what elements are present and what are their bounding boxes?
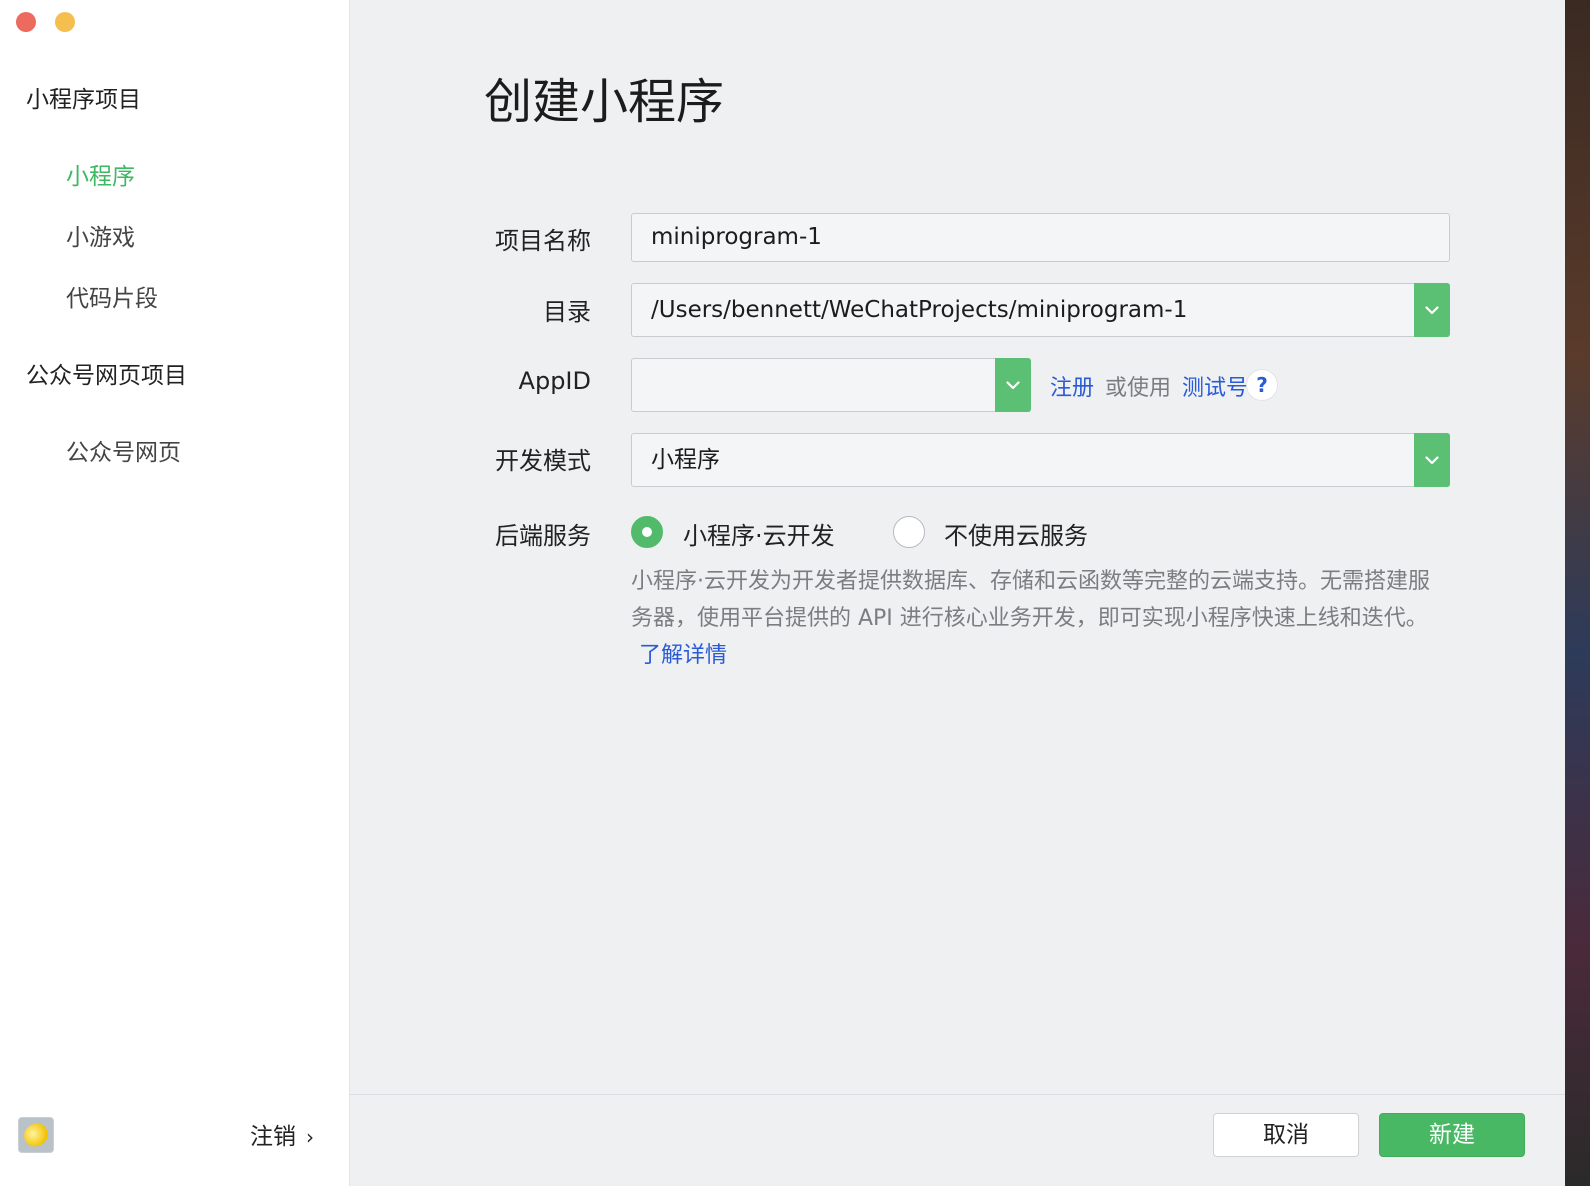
project-name-label: 项目名称 — [495, 227, 591, 255]
chevron-down-icon — [1425, 305, 1439, 314]
test-account-link[interactable]: 测试号 — [1182, 376, 1248, 401]
create-miniprogram-window: 小程序项目 小程序 小游戏 代码片段 公众号网页项目 公众号网页 注销 › 创建小… — [0, 0, 1565, 1186]
directory-dropdown-button[interactable] — [1414, 283, 1450, 337]
window-close-button[interactable] — [16, 12, 36, 32]
dev-mode-dropdown-button[interactable] — [1414, 433, 1450, 487]
dev-mode-value: 小程序 — [651, 447, 720, 473]
dev-mode-select[interactable]: 小程序 — [631, 433, 1450, 487]
page-title: 创建小程序 — [484, 74, 725, 130]
chevron-down-icon — [1425, 455, 1439, 464]
sidebar: 小程序项目 小程序 小游戏 代码片段 公众号网页项目 公众号网页 注销 › — [0, 0, 350, 1186]
background-desktop-edge — [1565, 0, 1590, 1186]
appid-dropdown-button[interactable] — [995, 358, 1031, 412]
sidebar-section-miniprogram-projects: 小程序项目 — [26, 87, 141, 113]
directory-label: 目录 — [543, 298, 591, 326]
appid-label: AppID — [518, 367, 591, 395]
or-use-text: 或使用 — [1105, 376, 1172, 401]
radio-no-cloud-label[interactable]: 不使用云服务 — [944, 516, 1088, 551]
appid-select[interactable] — [631, 358, 1031, 412]
chevron-right-icon: › — [306, 1125, 314, 1149]
backend-description-text: 小程序·云开发为开发者提供数据库、存储和云函数等完整的云端支持。无需搭建服务器，… — [631, 569, 1430, 631]
project-name-value: miniprogram-1 — [651, 224, 822, 250]
appid-helper-text: 注册 或使用 测试号 — [1050, 370, 1248, 402]
sidebar-item-miniprogram[interactable]: 小程序 — [66, 157, 135, 191]
directory-select[interactable]: /Users/bennett/WeChatProjects/miniprogra… — [631, 283, 1450, 337]
chevron-down-icon — [1006, 380, 1020, 389]
help-icon[interactable]: ? — [1246, 369, 1278, 401]
radio-cloud-dev[interactable] — [631, 516, 663, 548]
project-name-input[interactable]: miniprogram-1 — [631, 213, 1450, 262]
logout-label: 注销 — [250, 1124, 296, 1150]
sidebar-item-minigame[interactable]: 小游戏 — [66, 218, 135, 252]
directory-value: /Users/bennett/WeChatProjects/miniprogra… — [651, 297, 1188, 323]
logout-button[interactable]: 注销 › — [250, 1117, 314, 1151]
lemon-avatar-icon — [20, 1120, 52, 1150]
radio-no-cloud[interactable] — [893, 516, 925, 548]
register-link[interactable]: 注册 — [1050, 376, 1094, 401]
backend-description: 小程序·云开发为开发者提供数据库、存储和云函数等完整的云端支持。无需搭建服务器，… — [631, 563, 1446, 674]
avatar[interactable] — [18, 1117, 54, 1153]
window-minimize-button[interactable] — [55, 12, 75, 32]
sidebar-section-official-account-projects: 公众号网页项目 — [26, 363, 187, 389]
backend-service-label: 后端服务 — [495, 522, 591, 550]
sidebar-item-code-snippet[interactable]: 代码片段 — [66, 279, 158, 313]
learn-more-link[interactable]: 了解详情 — [639, 643, 727, 668]
dev-mode-label: 开发模式 — [495, 447, 591, 475]
create-button[interactable]: 新建 — [1379, 1113, 1525, 1157]
radio-cloud-dev-label[interactable]: 小程序·云开发 — [683, 516, 835, 551]
cancel-button[interactable]: 取消 — [1213, 1113, 1359, 1157]
sidebar-item-official-account-webpage[interactable]: 公众号网页 — [66, 433, 181, 467]
